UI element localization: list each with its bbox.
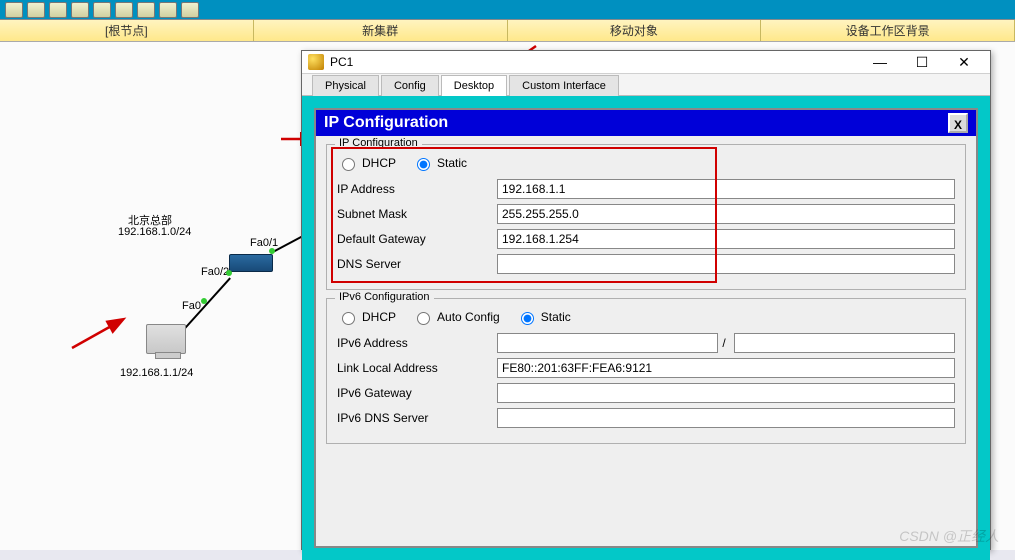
titlebar[interactable]: PC1 — ☐ ✕ <box>302 51 990 74</box>
maximize-button[interactable]: ☐ <box>902 51 942 73</box>
window-title: PC1 <box>330 55 858 69</box>
ipv6-address-input[interactable] <box>497 333 718 353</box>
link-status-icon <box>269 248 275 254</box>
ipv6-auto-label: Auto Config <box>437 310 500 324</box>
ip-address-input[interactable] <box>497 179 955 199</box>
tab-desktop[interactable]: Desktop <box>441 75 507 96</box>
port-fa0-2: Fa0/2 <box>201 266 229 278</box>
ipv4-dhcp-radio[interactable]: DHCP <box>337 155 396 171</box>
link-status-icon <box>201 298 207 304</box>
menu-new-cluster[interactable]: 新集群 <box>254 20 508 41</box>
prefix-separator: / <box>718 336 729 350</box>
menu-strip: [根节点] 新集群 移动对象 设备工作区背景 <box>0 20 1015 42</box>
ipv6-dns-input[interactable] <box>497 408 955 428</box>
toolbar-icon[interactable] <box>159 2 177 18</box>
tab-custom-interface[interactable]: Custom Interface <box>509 75 619 96</box>
ipv4-group-label: IP Configuration <box>335 137 422 149</box>
ip-configuration-titlebar[interactable]: IP Configuration X <box>316 110 976 136</box>
outer-toolbar <box>0 0 1015 20</box>
ipv6-gateway-input[interactable] <box>497 383 955 403</box>
dns-server-label: DNS Server <box>337 257 497 271</box>
annotation-arrow-icon <box>70 312 130 352</box>
ipv6-group: IPv6 Configuration DHCP Auto Config Stat… <box>326 298 966 444</box>
dns-server-input[interactable] <box>497 254 955 274</box>
tabstrip: Physical Config Desktop Custom Interface <box>302 74 990 96</box>
menu-workspace-bg[interactable]: 设备工作区背景 <box>761 20 1015 41</box>
ipv6-dhcp-radio[interactable]: DHCP <box>337 309 396 325</box>
toolbar-icon[interactable] <box>49 2 67 18</box>
toolbar-icon[interactable] <box>71 2 89 18</box>
ipv6-static-label: Static <box>541 310 571 324</box>
link-local-input[interactable] <box>497 358 955 378</box>
default-gateway-label: Default Gateway <box>337 232 497 246</box>
site-subnet-label: 192.168.1.0/24 <box>118 226 191 238</box>
ipv6-gateway-label: IPv6 Gateway <box>337 386 497 400</box>
ip-configuration-panel: IP Configuration X IP Configuration DHCP… <box>314 108 978 548</box>
watermark: CSDN @正经人 <box>899 526 999 546</box>
ip-configuration-title: IP Configuration <box>324 114 448 132</box>
ip-address-label: IP Address <box>337 182 497 196</box>
tab-config[interactable]: Config <box>381 75 439 96</box>
toolbar-icon[interactable] <box>27 2 45 18</box>
toolbar-icon[interactable] <box>137 2 155 18</box>
ipv6-dns-label: IPv6 DNS Server <box>337 411 497 425</box>
ipv6-prefix-input[interactable] <box>734 333 955 353</box>
ipv6-auto-radio[interactable]: Auto Config <box>412 309 500 325</box>
menu-move-object[interactable]: 移动对象 <box>508 20 762 41</box>
ipv6-group-label: IPv6 Configuration <box>335 291 434 303</box>
pc-device[interactable] <box>146 324 186 354</box>
toolbar-icon[interactable] <box>93 2 111 18</box>
menu-root-node[interactable]: [根节点] <box>0 20 254 41</box>
subnet-mask-label: Subnet Mask <box>337 207 497 221</box>
default-gateway-input[interactable] <box>497 229 955 249</box>
link-local-label: Link Local Address <box>337 361 497 375</box>
ipv4-dhcp-label: DHCP <box>362 156 396 170</box>
switch-device[interactable] <box>229 254 273 272</box>
ipv4-static-radio[interactable]: Static <box>412 155 467 171</box>
pc-ip-label: 192.168.1.1/24 <box>120 367 193 379</box>
link-status-icon <box>226 270 232 276</box>
toolbar-icon[interactable] <box>115 2 133 18</box>
close-button[interactable]: ✕ <box>944 51 984 73</box>
port-fa0-1: Fa0/1 <box>250 237 278 249</box>
toolbar-icon[interactable] <box>181 2 199 18</box>
desktop-area: IP Configuration X IP Configuration DHCP… <box>302 96 990 560</box>
ipv6-dhcp-label: DHCP <box>362 310 396 324</box>
toolbar-icon[interactable] <box>5 2 23 18</box>
subnet-mask-input[interactable] <box>497 204 955 224</box>
app-icon <box>308 54 324 70</box>
tab-physical[interactable]: Physical <box>312 75 379 96</box>
ipv4-static-label: Static <box>437 156 467 170</box>
ipv6-static-radio[interactable]: Static <box>516 309 571 325</box>
minimize-button[interactable]: — <box>860 51 900 73</box>
ipv4-group: IP Configuration DHCP Static IP Address … <box>326 144 966 290</box>
pc-window: PC1 — ☐ ✕ Physical Config Desktop Custom… <box>301 50 991 550</box>
panel-close-button[interactable]: X <box>948 113 968 133</box>
ipv6-address-label: IPv6 Address <box>337 336 497 350</box>
